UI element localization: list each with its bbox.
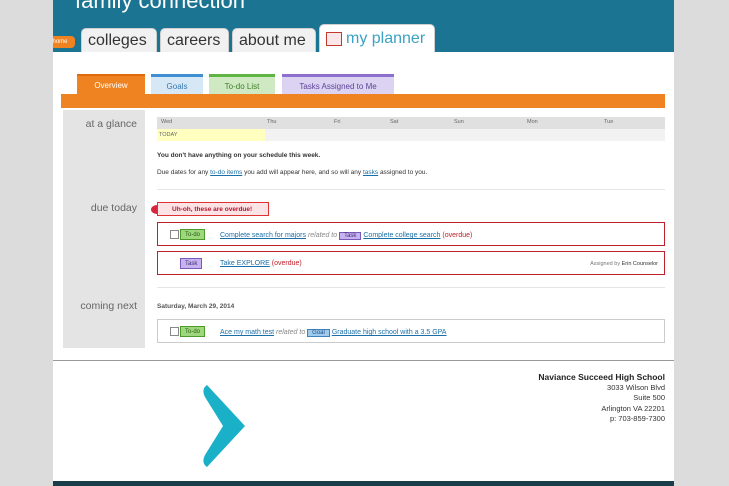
school-address: Naviance Succeed High School 3033 Wilson… — [538, 372, 665, 425]
todo-tag: To-do — [180, 229, 206, 240]
section-label-due: due today — [63, 190, 145, 288]
hint-text: Due dates for any — [157, 169, 211, 176]
task-tag: Task — [180, 258, 203, 269]
page: family connection home colleges careers … — [53, 0, 674, 486]
tasks-link[interactable]: tasks — [363, 169, 378, 176]
divider — [157, 189, 665, 190]
tab-label: about me — [239, 32, 306, 49]
subtab-tasks-assigned[interactable]: Tasks Assigned to Me — [282, 74, 394, 94]
todo-line: Complete search for majors related to Ta… — [220, 231, 472, 242]
planner-icon — [326, 31, 342, 46]
next-date: Saturday, March 29, 2014 — [157, 303, 235, 310]
bottom-bar — [53, 481, 674, 486]
brand-title: family connection — [75, 0, 245, 13]
day-label: Fri — [334, 119, 341, 125]
related-text: related to — [276, 329, 306, 336]
related-text: related to — [307, 232, 338, 239]
overdue-status: (overdue) — [442, 232, 473, 239]
footer-divider — [53, 360, 674, 361]
todo-checkbox[interactable] — [170, 327, 179, 336]
tab-label: my planner — [346, 30, 426, 47]
hint-text: you add will appear here, and so will an… — [242, 169, 363, 176]
tab-label: careers — [167, 32, 221, 49]
related-goal-link[interactable]: Graduate high school with a 3.5 GPA — [332, 329, 447, 336]
tab-label: colleges — [88, 32, 147, 49]
address-line: Arlington VA 22201 — [601, 403, 665, 413]
home-link[interactable]: home — [53, 36, 75, 48]
related-task-link[interactable]: Complete college search — [363, 232, 440, 239]
todo-title-link[interactable]: Ace my math test — [220, 329, 274, 336]
task-tag: Task — [339, 232, 362, 240]
day-label: Sun — [454, 119, 464, 125]
assigned-label: Assigned by — [590, 261, 621, 267]
todo-title-link[interactable]: Complete search for majors — [220, 232, 306, 239]
section-label-next: coming next — [63, 288, 145, 348]
todo-checkbox[interactable] — [170, 230, 179, 239]
tab-about-me[interactable]: about me — [232, 28, 316, 52]
day-label: Sat — [390, 119, 399, 125]
school-name: Naviance Succeed High School — [538, 372, 665, 382]
address-line: Suite 500 — [633, 393, 665, 402]
subtab-goals[interactable]: Goals — [151, 74, 203, 94]
day-label: Mon — [527, 119, 538, 125]
subtab-todo-list[interactable]: To-do List — [209, 74, 275, 94]
assigned-name: Erin Counselor — [621, 261, 658, 267]
day-label: Thu — [267, 119, 277, 125]
day-label: Tue — [604, 119, 614, 125]
assigned-by: Assigned by Erin Counselor — [590, 261, 658, 267]
app-header: family connection home colleges careers … — [53, 0, 674, 52]
naviance-logo-icon — [203, 385, 245, 467]
week-calendar: Wed Thu Fri Sat Sun Mon Tue TODAY — [157, 117, 665, 141]
todo-items-link[interactable]: to-do items — [210, 169, 242, 176]
empty-schedule-text: You don't have anything on your schedule… — [157, 152, 321, 159]
task-line: Take EXPLORE (overdue) — [220, 260, 302, 267]
todo-row-overdue: To-do Complete search for majors related… — [157, 222, 665, 246]
section-label-glance: at a glance — [63, 110, 145, 190]
day-label: Wed — [161, 119, 173, 125]
goal-tag: Goal — [307, 329, 330, 337]
week-header — [157, 117, 665, 129]
subtab-overview[interactable]: Overview — [77, 74, 145, 94]
todo-row-next: To-do Ace my math test related to Goal G… — [157, 319, 665, 343]
phone-number: p: 703-859-7300 — [609, 414, 665, 423]
overdue-status: (overdue) — [271, 260, 302, 267]
todo-tag: To-do — [180, 326, 206, 337]
section-bar — [61, 94, 665, 108]
overdue-alert: Uh-oh, these are overdue! — [157, 202, 269, 216]
tab-colleges[interactable]: colleges — [81, 28, 157, 52]
hint-text: assigned to you. — [378, 169, 428, 176]
todo-line: Ace my math test related to Goal Graduat… — [220, 328, 446, 339]
task-title-link[interactable]: Take EXPLORE — [220, 260, 270, 267]
divider — [157, 287, 665, 288]
tab-my-planner[interactable]: my planner — [319, 24, 435, 52]
due-dates-hint: Due dates for any to-do items you add wi… — [157, 169, 427, 176]
tab-careers[interactable]: careers — [160, 28, 229, 52]
address-line: 3033 Wilson Blvd — [607, 382, 665, 392]
today-cell: TODAY — [157, 129, 265, 141]
task-row-overdue: Task Take EXPLORE (overdue) Assigned by … — [157, 251, 665, 275]
